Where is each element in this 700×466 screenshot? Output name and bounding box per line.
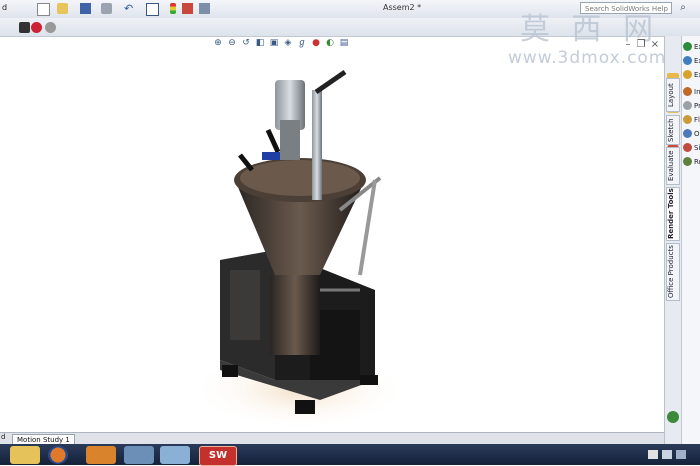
taskbar-file-explorer-icon[interactable]	[10, 446, 40, 464]
zoom-to-area-icon[interactable]: ⊖	[226, 37, 238, 49]
list-item[interactable]: Ex	[682, 41, 700, 53]
list-item[interactable]: Ex	[682, 69, 700, 81]
render-tool-icon	[683, 87, 692, 96]
flag-icon[interactable]	[648, 450, 658, 459]
render-icon[interactable]	[667, 411, 679, 423]
camera-icon[interactable]	[19, 22, 30, 33]
open-folder-icon[interactable]	[57, 3, 68, 14]
taskbar-paint-icon[interactable]	[160, 446, 190, 464]
hide-show-icon[interactable]: ℊ	[296, 37, 308, 49]
heads-up-view-toolbar: ⊕ ⊖ ↺ ◧ ▣ ◈ ℊ ● ◐ ▤	[212, 37, 350, 51]
network-icon[interactable]	[662, 450, 672, 459]
taskbar-media-player-icon[interactable]	[86, 446, 116, 464]
render-tool-icon	[683, 101, 692, 110]
list-item-label: Si	[694, 144, 700, 152]
list-item[interactable]: Pr	[682, 100, 700, 112]
taskbar: SW	[0, 444, 700, 466]
file-properties-icon[interactable]	[182, 3, 193, 14]
restore-window-icon[interactable]: ❐	[636, 40, 646, 50]
list-item[interactable]: Ro	[682, 156, 700, 168]
volume-icon[interactable]	[676, 450, 686, 459]
undo-icon[interactable]: ↶	[124, 3, 135, 14]
left-edge-label: d	[1, 433, 6, 441]
previous-view-icon[interactable]: ↺	[240, 37, 252, 49]
list-item-label: Fl	[694, 116, 700, 124]
tab-sketch[interactable]: Sketch	[666, 115, 680, 145]
zoom-to-fit-icon[interactable]: ⊕	[212, 37, 224, 49]
list-item-label: Ex	[694, 57, 700, 65]
list-item[interactable]: Fl	[682, 114, 700, 126]
select-arrow-icon[interactable]	[146, 3, 159, 16]
list-item-label: Ex	[694, 43, 700, 51]
view-settings-icon[interactable]: ▤	[338, 37, 350, 49]
assembly-model[interactable]	[200, 60, 400, 430]
display-style-icon[interactable]: ◈	[282, 37, 294, 49]
options-icon[interactable]	[199, 3, 210, 14]
list-item-label: O	[694, 130, 700, 138]
apply-scene-icon[interactable]: ◐	[324, 37, 336, 49]
render-tool-icon	[683, 157, 692, 166]
watermark-url: www.3dmox.com	[508, 48, 667, 68]
list-item-label: In	[694, 88, 700, 96]
minimize-window-icon[interactable]: –	[623, 40, 633, 50]
print-icon[interactable]	[101, 3, 112, 14]
tab-render-tools[interactable]: Render Tools	[666, 187, 680, 241]
scene-icon[interactable]	[45, 22, 56, 33]
render-tool-icon	[683, 70, 692, 79]
edit-appearance-icon[interactable]: ●	[310, 37, 322, 49]
list-item-label: Ro	[694, 158, 700, 166]
list-item-label: Ex	[694, 71, 700, 79]
list-item[interactable]: Si	[682, 142, 700, 154]
section-view-icon[interactable]: ◧	[254, 37, 266, 49]
render-tool-icon	[683, 42, 692, 51]
taskbar-solidworks-icon[interactable]: SW	[199, 446, 237, 466]
close-window-icon[interactable]: ×	[650, 40, 660, 50]
tab-layout[interactable]: Layout	[666, 78, 680, 112]
render-tool-icon	[683, 115, 692, 124]
tab-evaluate[interactable]: Evaluate	[666, 147, 680, 185]
appearance-icon[interactable]	[31, 22, 42, 33]
search-icon[interactable]: ⌕	[676, 2, 690, 14]
render-tool-icon	[683, 143, 692, 152]
render-tool-icon	[683, 129, 692, 138]
new-document-icon[interactable]	[37, 3, 50, 16]
render-tool-icon	[683, 56, 692, 65]
view-orientation-icon[interactable]: ▣	[268, 37, 280, 49]
render-tools-list: Ex Ex Ex In Pr Fl O Si Ro	[681, 36, 700, 444]
list-item[interactable]: Ex	[682, 55, 700, 67]
save-icon[interactable]	[80, 3, 91, 14]
tab-office-products[interactable]: Office Products	[666, 243, 680, 301]
document-title: Assem2 *	[383, 3, 422, 12]
rebuild-traffic-light-icon[interactable]	[170, 3, 176, 14]
list-item-label: Pr	[694, 102, 700, 110]
menu-pin-icon[interactable]: d	[2, 3, 13, 14]
list-item[interactable]: O	[682, 128, 700, 140]
taskbar-firefox-icon[interactable]	[48, 446, 68, 464]
taskbar-window-app-icon[interactable]	[124, 446, 154, 464]
list-item[interactable]: In	[682, 86, 700, 98]
